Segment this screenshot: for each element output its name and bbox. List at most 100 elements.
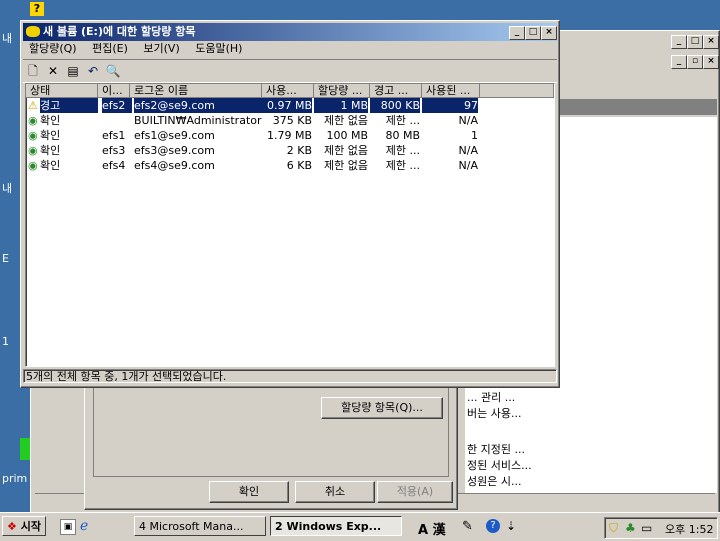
desktop-label-5: prim [2, 472, 28, 485]
window-title: 새 볼륨 (E:)에 대한 할당량 항목 [43, 25, 196, 38]
bg-minimize-button[interactable]: _ [671, 35, 687, 49]
cell-warn: 제한 ... [385, 114, 420, 127]
task-explorer-label: 2 Windows Exp... [275, 520, 382, 533]
col-status[interactable]: 상태 [26, 84, 98, 98]
cell-logon: efs2@se9.com [134, 98, 262, 113]
properties-icon[interactable]: ▤ [65, 63, 81, 79]
col-warn[interactable]: 경고 ... [370, 84, 422, 98]
cell-used: 0.97 MB [262, 98, 312, 113]
tray-arrow-icon[interactable]: ⇣ [506, 519, 516, 533]
desktop-label-4: 1 [2, 335, 9, 348]
task-mmc[interactable]: 4 Microsoft Mana... [134, 516, 266, 536]
bg-text-1: ... 관리 ... [467, 391, 516, 404]
maximize-button[interactable]: □ [525, 26, 541, 40]
apply-button[interactable]: 적용(A) [377, 481, 453, 503]
drive-icon [26, 26, 40, 37]
windows-logo-icon: ❖ [7, 520, 17, 533]
cell-used: 6 KB [286, 159, 312, 172]
bg-child-close-button[interactable]: × [703, 55, 719, 69]
ok-icon: ◉ [28, 159, 38, 172]
quota-list-view: 상태 이... 로그온 이름 사용... 할당량 ... 경고 ... 사용된 … [25, 83, 555, 367]
bg-text-5: 성원은 시... [467, 475, 522, 488]
cell-limit: 1 MB [314, 98, 368, 113]
ok-icon: ◉ [28, 114, 38, 127]
cell-limit: 제한 없음 [324, 159, 368, 172]
desktop-label-2: 내 [2, 182, 13, 195]
cell-logon: efs3@se9.com [134, 144, 215, 157]
delete-icon[interactable]: ✕ [45, 63, 61, 79]
cell-limit: 제한 없음 [324, 114, 368, 127]
menu-help[interactable]: 도움말(H) [189, 41, 248, 57]
menu-quota[interactable]: 할당량(Q) [23, 41, 83, 57]
cell-name: efs1 [102, 129, 126, 142]
cell-status: 확인 [40, 129, 61, 142]
col-percent[interactable]: 사용된 ... [422, 84, 480, 98]
help-icon[interactable]: ? [486, 519, 500, 533]
bg-text-4: 정된 서비스... [467, 459, 532, 472]
col-logon[interactable]: 로그온 이름 [130, 84, 262, 98]
table-row[interactable]: ◉ 확인 efs1 efs1@se9.com 1.79 MB 100 MB 80 MB 1 [26, 128, 554, 143]
help-cursor-icon: ? [30, 2, 44, 16]
desktop-label-3: E [2, 252, 9, 265]
desktop-green-icon[interactable] [20, 438, 30, 460]
cancel-button[interactable]: 취소 [295, 481, 375, 503]
bg-close-button[interactable]: × [703, 35, 719, 49]
monitor-icon[interactable]: ▭ [641, 521, 652, 535]
col-limit[interactable]: 할당량 ... [314, 84, 370, 98]
task-explorer[interactable]: 2 Windows Exp... [270, 516, 402, 536]
table-row[interactable]: ◉ 확인 efs3 efs3@se9.com 2 KB 제한 없음 제한 ... N/A [26, 143, 554, 158]
table-row[interactable]: ⚠ 경고 efs2 efs2@se9.com 0.97 MB 1 MB 800 KB 97 [26, 98, 554, 113]
bg-text-2: 버는 사용... [467, 407, 522, 420]
new-entry-icon[interactable]: 🗋 [25, 63, 41, 79]
bg-text-3: 한 지정된 ... [467, 443, 525, 456]
shield-icon[interactable]: ⛉ [609, 521, 618, 536]
taskbar: ❖ 시작 ▣ ℯ 4 Microsoft Mana... 2 Windows E… [0, 512, 720, 541]
start-button[interactable]: ❖ 시작 [2, 516, 46, 536]
col-used[interactable]: 사용... [262, 84, 314, 98]
start-label: 시작 [20, 520, 41, 533]
ime-indicator[interactable]: A 漢 [418, 519, 446, 538]
bg-child-restore-button[interactable]: ▫ [687, 55, 703, 69]
task-mmc-label: 4 Microsoft Mana... [139, 520, 244, 533]
network-icon[interactable]: ♣ [625, 521, 636, 535]
cell-status: 확인 [40, 159, 61, 172]
find-icon[interactable]: 🔍 [105, 63, 121, 79]
status-bar: 5개의 전체 항목 중, 1개가 선택되었습니다. [23, 369, 557, 383]
table-row[interactable]: ◉ 확인 BUILTIN₩Administrators 375 KB 제한 없음 제한 .… [26, 113, 554, 128]
clock: 오후 1:52 [665, 523, 714, 536]
cell-pct: N/A [458, 159, 478, 172]
close-button[interactable]: × [541, 26, 557, 40]
ok-button[interactable]: 확인 [209, 481, 289, 503]
quota-window-titlebar[interactable]: 새 볼륨 (E:)에 대한 할당량 항목 _ □ × [23, 23, 557, 41]
menu-bar: 할당량(Q) 편집(E) 보기(V) 도움말(H) [23, 41, 557, 59]
cell-warn: 제한 ... [385, 144, 420, 157]
cell-status: 확인 [40, 144, 61, 157]
menu-view[interactable]: 보기(V) [137, 41, 185, 57]
cell-name: efs4 [102, 159, 126, 172]
minimize-button[interactable]: _ [509, 26, 525, 40]
quota-entries-button[interactable]: 할당량 항목(Q)... [321, 397, 443, 419]
ime-tool-icon[interactable]: ✎ [462, 519, 473, 534]
cell-logon: efs4@se9.com [134, 159, 215, 172]
bg-child-minimize-button[interactable]: _ [671, 55, 687, 69]
cell-status: 확인 [40, 114, 61, 127]
cell-status: 경고 [40, 98, 98, 113]
ok-icon: ◉ [28, 129, 38, 142]
ok-icon: ◉ [28, 144, 38, 157]
cell-warn: 제한 ... [385, 159, 420, 172]
undo-icon[interactable]: ↶ [85, 63, 101, 79]
col-empty [480, 84, 554, 98]
desktop-label-1: 내 [2, 32, 13, 45]
cell-logon: BUILTIN₩Administrators [134, 114, 262, 127]
cell-pct: N/A [458, 144, 478, 157]
ie-icon[interactable]: ℯ [80, 518, 88, 534]
bg-header-strip [559, 99, 717, 115]
show-desktop-icon[interactable]: ▣ [60, 519, 76, 535]
table-row[interactable]: ◉ 확인 efs4 efs4@se9.com 6 KB 제한 없음 제한 ... N/A [26, 158, 554, 173]
col-name[interactable]: 이... [98, 84, 130, 98]
properties-dialog: 할당량 항목(Q)... 확인 취소 적용(A) [84, 380, 458, 510]
cell-warn: 800 KB [370, 98, 420, 113]
menu-edit[interactable]: 편집(E) [86, 41, 134, 57]
bg-maximize-button[interactable]: □ [687, 35, 703, 49]
cell-warn: 80 MB [385, 129, 420, 142]
